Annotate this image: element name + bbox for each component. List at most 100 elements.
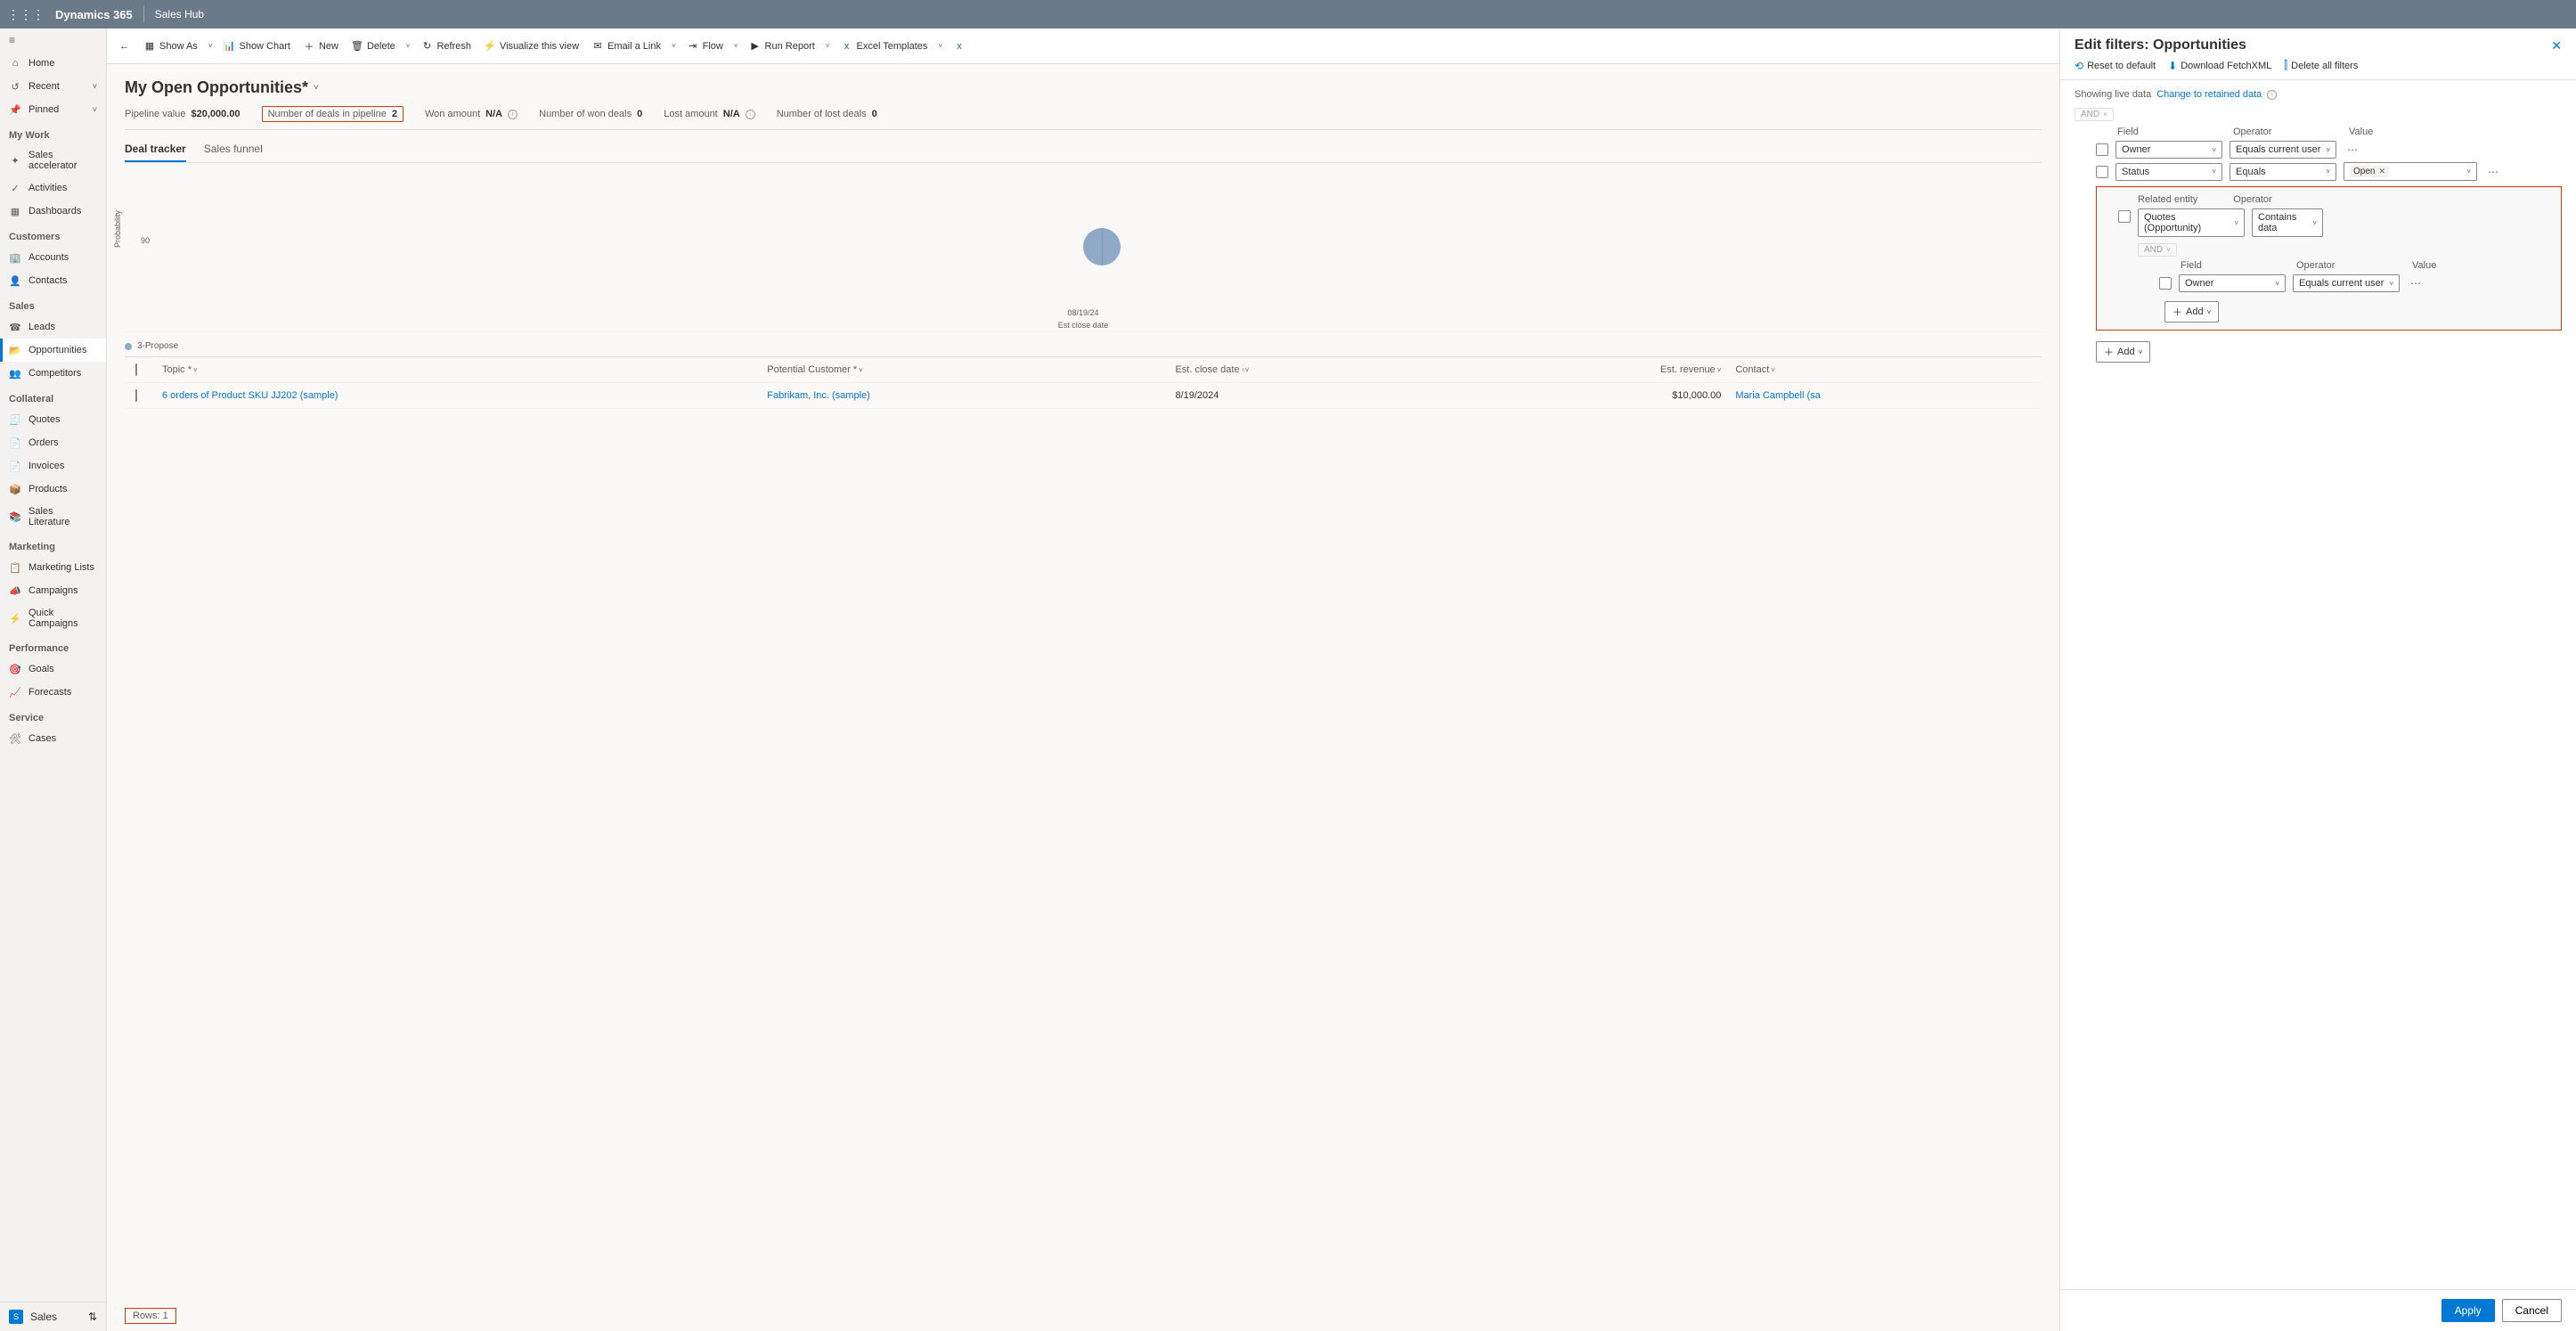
column-header-revenue[interactable]: Est. revenue˅ (1478, 364, 1728, 375)
nav-item-leads[interactable]: ☎Leads (0, 315, 106, 339)
nav-item-contacts[interactable]: 👤Contacts (0, 269, 106, 292)
cmd-split-chevron-icon[interactable]: ˅ (205, 42, 216, 50)
column-header-contact[interactable]: Contact˅ (1728, 364, 2038, 375)
apply-button[interactable]: Apply (2441, 1299, 2495, 1322)
sub-operator-dropdown[interactable]: Equals current user˅ (2293, 274, 2400, 292)
cmd-run-report[interactable]: ▶Run Report (744, 37, 820, 56)
cmd-delete[interactable]: 🗑Delete (346, 37, 401, 56)
action-icon: ⫿ (2284, 59, 2287, 72)
tab-sales-funnel[interactable]: Sales funnel (204, 137, 263, 162)
cmd-show-as[interactable]: ▦Show As (138, 37, 203, 56)
nav-item-products[interactable]: 📦Products (0, 478, 106, 501)
condition-row: Owner˅ Equals current user˅ ⋯ (2096, 141, 2562, 159)
area-switcher[interactable]: S Sales ⇅ (0, 1302, 106, 1331)
more-icon[interactable]: ⋯ (2407, 277, 2425, 290)
cmd-split-chevron-icon[interactable]: ˅ (730, 42, 742, 50)
add-sub-condition-button[interactable]: ＋ Add ˅ (2164, 301, 2219, 323)
nav-item-competitors[interactable]: 👥Competitors (0, 362, 106, 385)
nav-group-header: Service (0, 704, 106, 727)
nav-item-goals[interactable]: 🎯Goals (0, 657, 106, 681)
related-operator-dropdown[interactable]: Contains data˅ (2252, 208, 2323, 237)
nav-item-activities[interactable]: ✓Activities (0, 176, 106, 200)
cell-revenue: $10,000.00 (1478, 390, 1728, 401)
remove-tag-icon[interactable]: ✕ (2378, 167, 2385, 176)
cmd-excel[interactable]: x (948, 37, 971, 56)
more-icon[interactable]: ⋯ (2344, 143, 2361, 156)
add-condition-button[interactable]: ＋ Add ˅ (2096, 341, 2150, 363)
panel-action-delete-all-filters[interactable]: ⫿Delete all filters (2284, 59, 2358, 72)
cmd-excel-templates[interactable]: xExcel Templates (835, 37, 933, 56)
cancel-button[interactable]: Cancel (2502, 1299, 2562, 1322)
cmd-split-chevron-icon[interactable]: ˅ (822, 42, 834, 50)
cmd-split-chevron-icon[interactable]: ˅ (668, 42, 680, 50)
nav-item-marketing-lists[interactable]: 📋Marketing Lists (0, 556, 106, 579)
nav-item-pinned[interactable]: 📌Pinned˅ (0, 98, 106, 121)
info-icon[interactable]: i (2267, 90, 2277, 100)
topic-link[interactable]: 6 orders of Product SKU JJ202 (sample) (162, 390, 338, 401)
table-row[interactable]: 6 orders of Product SKU JJ202 (sample) F… (125, 383, 2042, 409)
cmd-visualize-this-view[interactable]: ⚡Visualize this view (478, 37, 584, 56)
nav-item-forecasts[interactable]: 📈Forecasts (0, 681, 106, 704)
condition-checkbox[interactable] (2096, 143, 2108, 156)
cmd-new[interactable]: ＋New (298, 37, 344, 56)
contact-link[interactable]: Maria Campbell (sa (1735, 390, 1820, 401)
panel-action-download-fetchxml[interactable]: ⬇Download FetchXML (2168, 59, 2271, 72)
cmd-icon: ⇥ (687, 40, 699, 53)
cmd-email-a-link[interactable]: ✉Email a Link (586, 37, 666, 56)
chart-bubble[interactable] (1083, 228, 1121, 265)
cmd-flow[interactable]: ⇥Flow (681, 37, 729, 56)
sub-field-dropdown[interactable]: Owner˅ (2179, 274, 2286, 292)
app-launcher-icon[interactable]: ⋮⋮⋮ (7, 7, 45, 22)
cmd-split-chevron-icon[interactable]: ˅ (934, 42, 946, 50)
root-operator-dropdown[interactable]: AND˅ (2075, 108, 2114, 121)
related-checkbox[interactable] (2118, 210, 2131, 223)
nav-item-campaigns[interactable]: 📣Campaigns (0, 579, 106, 602)
nav-item-quick-campaigns[interactable]: ⚡Quick Campaigns (0, 602, 106, 634)
nav-item-home[interactable]: ⌂Home (0, 52, 106, 75)
column-header-topic[interactable]: Topic *˅ (155, 364, 760, 375)
nav-item-sales-literature[interactable]: 📚Sales Literature (0, 501, 106, 533)
field-dropdown[interactable]: Status˅ (2115, 163, 2222, 181)
nav-item-invoices[interactable]: 📄Invoices (0, 454, 106, 478)
related-entity-dropdown[interactable]: Quotes (Opportunity)˅ (2138, 208, 2245, 237)
nav-item-cases[interactable]: 🛠Cases (0, 727, 106, 750)
legend-label: 3-Propose (137, 341, 178, 351)
condition-checkbox[interactable] (2096, 166, 2108, 178)
panel-action-reset-to-default[interactable]: ⟲Reset to default (2075, 59, 2156, 72)
col-header-operator: Operator (2233, 127, 2340, 137)
info-icon[interactable]: i (746, 110, 755, 119)
nav-item-dashboards[interactable]: ▦Dashboards (0, 200, 106, 223)
nav-item-accounts[interactable]: 🏢Accounts (0, 246, 106, 269)
hamburger-icon[interactable]: ≡ (0, 29, 106, 52)
nav-item-quotes[interactable]: 🧾Quotes (0, 408, 106, 431)
field-dropdown[interactable]: Owner˅ (2115, 141, 2222, 159)
more-icon[interactable]: ⋯ (2484, 166, 2502, 178)
view-selector-chevron-icon[interactable]: ˅ (314, 83, 319, 93)
operator-dropdown[interactable]: Equals˅ (2230, 163, 2336, 181)
column-header-customer[interactable]: Potential Customer *˅ (760, 364, 1168, 375)
cmd-show-chart[interactable]: 📊Show Chart (217, 37, 295, 56)
change-retained-link[interactable]: Change to retained data (2156, 89, 2262, 100)
nav-item-orders[interactable]: 📄Orders (0, 431, 106, 454)
cmd-icon: ▶ (749, 40, 762, 53)
nav-item-sales-accelerator[interactable]: ✦Sales accelerator (0, 144, 106, 176)
select-all-checkbox[interactable] (135, 363, 137, 376)
nav-icon: 📣 (9, 584, 21, 597)
info-icon[interactable]: i (508, 110, 518, 119)
back-button[interactable]: ← (114, 37, 135, 55)
nav-item-recent[interactable]: ↺Recent˅ (0, 75, 106, 98)
column-header-close-date[interactable]: Est. close date↑˅ (1168, 364, 1478, 375)
close-icon[interactable]: ✕ (2551, 38, 2562, 53)
pinned-icon: 📌 (9, 103, 21, 116)
row-checkbox[interactable] (135, 389, 137, 402)
sub-operator-dropdown[interactable]: AND˅ (2138, 243, 2177, 257)
sub-condition-checkbox[interactable] (2159, 277, 2172, 290)
cmd-split-chevron-icon[interactable]: ˅ (403, 42, 414, 50)
tab-deal-tracker[interactable]: Deal tracker (125, 137, 186, 162)
customer-link[interactable]: Fabrikam, Inc. (sample) (767, 390, 870, 401)
col-header-field: Field (2117, 127, 2224, 137)
nav-item-opportunities[interactable]: 📂Opportunities (0, 339, 106, 362)
cmd-refresh[interactable]: ↻Refresh (415, 37, 477, 56)
value-dropdown[interactable]: Open✕ ˅ (2344, 162, 2477, 181)
operator-dropdown[interactable]: Equals current user˅ (2230, 141, 2336, 159)
